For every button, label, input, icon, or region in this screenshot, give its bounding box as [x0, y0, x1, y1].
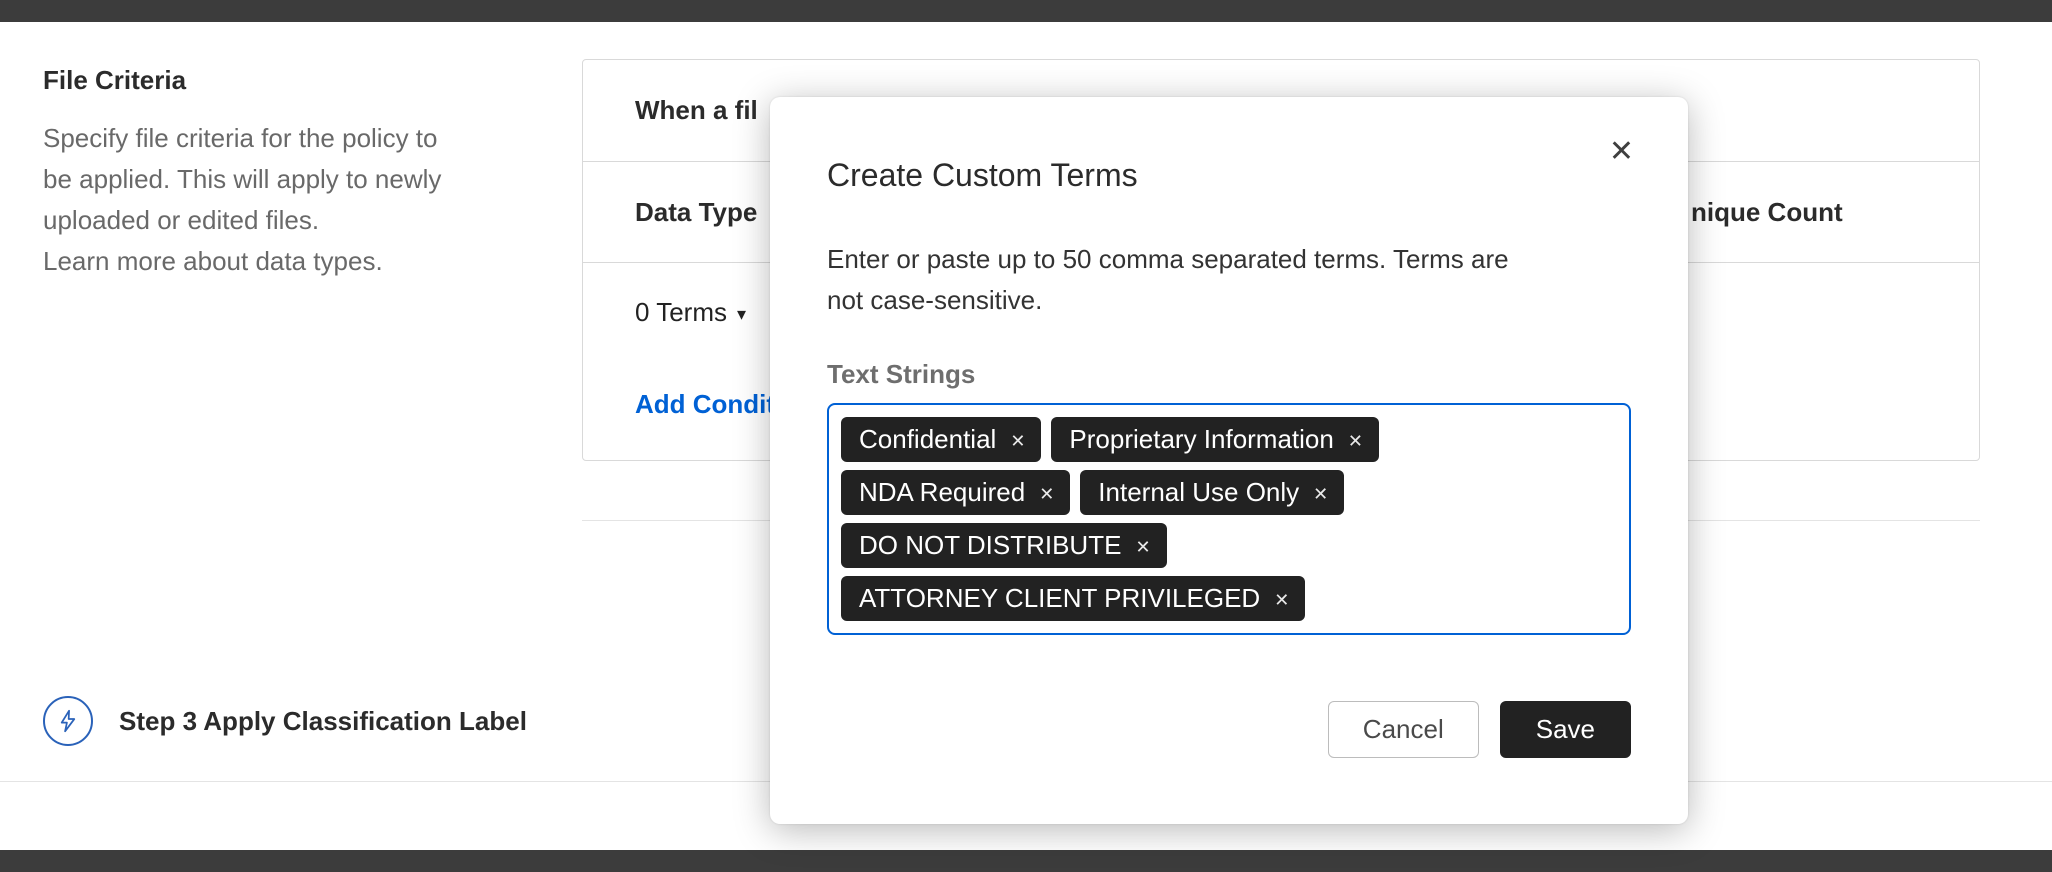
term-chip-label: DO NOT DISTRIBUTE [859, 530, 1122, 560]
term-chip: NDA Required ✕ [841, 470, 1071, 515]
modal-description: Enter or paste up to 50 comma separated … [827, 239, 1631, 321]
modal-title: Create Custom Terms [827, 157, 1138, 193]
term-chip-label: Confidential [859, 424, 997, 454]
modal-description-line: not case-sensitive. [827, 285, 1043, 315]
modal-description-line: Enter or paste up to 50 comma separated … [827, 244, 1509, 274]
file-criteria-title: File Criteria [43, 65, 187, 95]
learn-more-link[interactable]: Learn more about data types. [43, 241, 523, 282]
remove-term-icon[interactable]: ✕ [1348, 430, 1363, 450]
term-chip-label: Proprietary Information [1069, 424, 1334, 454]
save-button[interactable]: Save [1499, 701, 1631, 758]
term-chip: DO NOT DISTRIBUTE ✕ [841, 523, 1167, 568]
chevron-down-icon: ▾ [737, 304, 747, 324]
term-chip-label: NDA Required [859, 477, 1026, 507]
data-type-header: Data Type [635, 196, 758, 227]
remove-term-icon[interactable]: ✕ [1274, 589, 1289, 609]
remove-term-icon[interactable]: ✕ [1010, 430, 1025, 450]
file-criteria-description: uploaded or edited files. [43, 205, 320, 235]
terms-dropdown[interactable]: 0 Terms ▾ [635, 297, 746, 327]
step3-label: Step 3 Apply Classification Label [119, 705, 527, 736]
screen: File Criteria Specify file criteria for … [0, 0, 2052, 872]
terms-input[interactable]: Confidential ✕ Proprietary Information ✕… [827, 403, 1631, 635]
term-chip: ATTORNEY CLIENT PRIVILEGED ✕ [841, 576, 1306, 621]
remove-term-icon[interactable]: ✕ [1313, 483, 1328, 503]
close-icon[interactable]: ✕ [1605, 133, 1638, 171]
bottom-bar [0, 850, 2052, 872]
lightning-bolt-icon [43, 696, 93, 746]
term-chip: Confidential ✕ [841, 417, 1042, 462]
file-criteria-section: File Criteria Specify file criteria for … [43, 64, 523, 282]
cancel-button[interactable]: Cancel [1327, 701, 1479, 758]
file-criteria-description: be applied. This will apply to newly [43, 164, 442, 194]
modal-actions: Cancel Save [827, 701, 1631, 758]
top-bar [0, 0, 2052, 22]
remove-term-icon[interactable]: ✕ [1135, 536, 1150, 556]
step3-header: Step 3 Apply Classification Label [43, 696, 527, 746]
term-chip: Proprietary Information ✕ [1051, 417, 1379, 462]
unique-count-header: nique Count [1691, 196, 1843, 227]
term-chip: Internal Use Only ✕ [1080, 470, 1345, 515]
remove-term-icon[interactable]: ✕ [1039, 483, 1054, 503]
term-chip-label: ATTORNEY CLIENT PRIVILEGED [859, 583, 1261, 613]
when-a-file-text: When a fil [635, 95, 758, 125]
create-custom-terms-modal: ✕ Create Custom Terms Enter or paste up … [770, 97, 1688, 824]
terms-dropdown-label: 0 Terms [635, 296, 727, 327]
term-chip-label: Internal Use Only [1098, 477, 1300, 507]
text-strings-label: Text Strings [827, 359, 976, 389]
file-criteria-description: Specify file criteria for the policy to [43, 123, 438, 153]
